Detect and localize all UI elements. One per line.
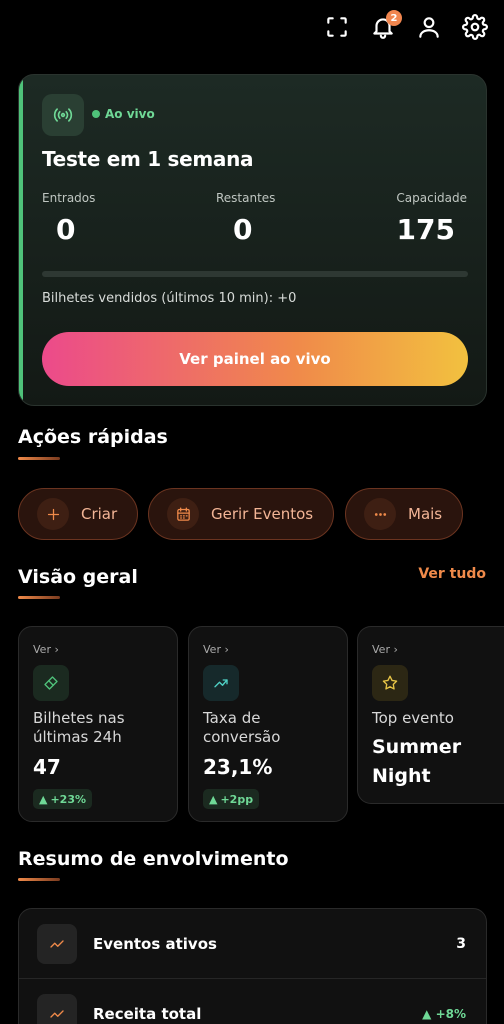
triangle-up-icon: ▲	[39, 792, 48, 806]
stat-value-entered: 0	[56, 213, 76, 246]
card-value: 47	[33, 755, 61, 779]
create-label: Criar	[81, 505, 118, 523]
more-label: Mais	[408, 505, 443, 523]
card-delta-value: +23%	[50, 792, 87, 806]
card-value: 23,1%	[203, 755, 273, 779]
card-label: Taxa de conversão	[203, 709, 281, 746]
broadcast-icon	[42, 94, 84, 136]
trend-icon	[37, 923, 77, 964]
quick-actions-title: Ações rápidas	[18, 426, 168, 448]
progress-bar	[42, 271, 468, 277]
plus-icon	[37, 498, 69, 530]
overview-underline	[18, 596, 60, 599]
top-bar: 2	[324, 10, 488, 40]
live-dot	[92, 110, 100, 118]
create-button[interactable]: Criar	[18, 488, 138, 540]
card-view-link[interactable]: Ver ›	[372, 643, 398, 656]
quick-actions-underline	[18, 457, 60, 460]
card-view-link[interactable]: Ver ›	[33, 643, 59, 656]
triangle-up-icon: ▲	[209, 792, 218, 806]
star-icon	[372, 665, 408, 701]
card-delta: ▲ +23%	[33, 789, 93, 809]
card-value: Summer Night	[372, 736, 462, 787]
trend-icon	[37, 994, 77, 1024]
list-item[interactable]: Receita total ▲ +8%	[19, 979, 486, 1024]
scan-icon[interactable]	[324, 14, 350, 40]
stat-value-remaining: 0	[233, 213, 253, 246]
engagement-card: Eventos ativos 3 Receita total ▲ +8%	[18, 908, 487, 1024]
row-value-text: +8%	[435, 1007, 466, 1021]
gear-icon[interactable]	[462, 14, 488, 40]
stat-label-capacity: Capacidade	[396, 191, 467, 205]
card-delta: ▲ +2pp	[203, 789, 260, 809]
triangle-up-icon: ▲	[422, 1007, 432, 1021]
more-button[interactable]: Mais	[345, 488, 463, 540]
row-value: 3	[456, 935, 466, 952]
event-title: Teste em 1 semana	[42, 147, 254, 171]
live-panel-button[interactable]: Ver painel ao vivo	[42, 332, 468, 386]
live-status-label: Ao vivo	[105, 107, 155, 121]
overview-card-top-event[interactable]: Ver › Top evento Summer Night	[357, 626, 504, 804]
ticket-icon	[33, 665, 69, 701]
stat-label-entered: Entrados	[42, 191, 96, 205]
stat-label-remaining: Restantes	[216, 191, 276, 205]
live-status: Ao vivo	[92, 107, 155, 121]
engagement-underline	[18, 878, 60, 881]
engagement-title: Resumo de envolvimento	[18, 848, 289, 870]
row-label: Receita total	[93, 1005, 202, 1023]
live-event-card: Ao vivo Teste em 1 semana Entrados Resta…	[18, 74, 487, 406]
manage-events-button[interactable]: Gerir Eventos	[148, 488, 334, 540]
card-label: Top evento	[372, 709, 454, 727]
more-icon	[364, 498, 396, 530]
overview-card-conversion[interactable]: Ver › Taxa de conversão 23,1% ▲ +2pp	[188, 626, 348, 822]
calendar-icon	[167, 498, 199, 530]
stat-value-capacity: 175	[396, 213, 455, 246]
overview-title: Visão geral	[18, 566, 138, 588]
trend-icon	[203, 665, 239, 701]
card-delta-value: +2pp	[220, 792, 254, 806]
card-label: Bilhetes nas últimas 24h	[33, 709, 125, 746]
see-all-link[interactable]: Ver tudo	[418, 566, 486, 582]
list-item[interactable]: Eventos ativos 3	[19, 909, 486, 979]
notification-badge: 2	[386, 10, 402, 26]
row-label: Eventos ativos	[93, 934, 217, 953]
row-value: ▲ +8%	[422, 1007, 466, 1021]
overview-card-tickets[interactable]: Ver › Bilhetes nas últimas 24h 47 ▲ +23%	[18, 626, 178, 822]
card-view-link[interactable]: Ver ›	[203, 643, 229, 656]
manage-events-label: Gerir Eventos	[211, 505, 314, 523]
bell-icon[interactable]: 2	[370, 10, 402, 40]
user-icon[interactable]	[416, 14, 442, 40]
sold-tickets-text: Bilhetes vendidos (últimos 10 min): +0	[42, 291, 297, 306]
